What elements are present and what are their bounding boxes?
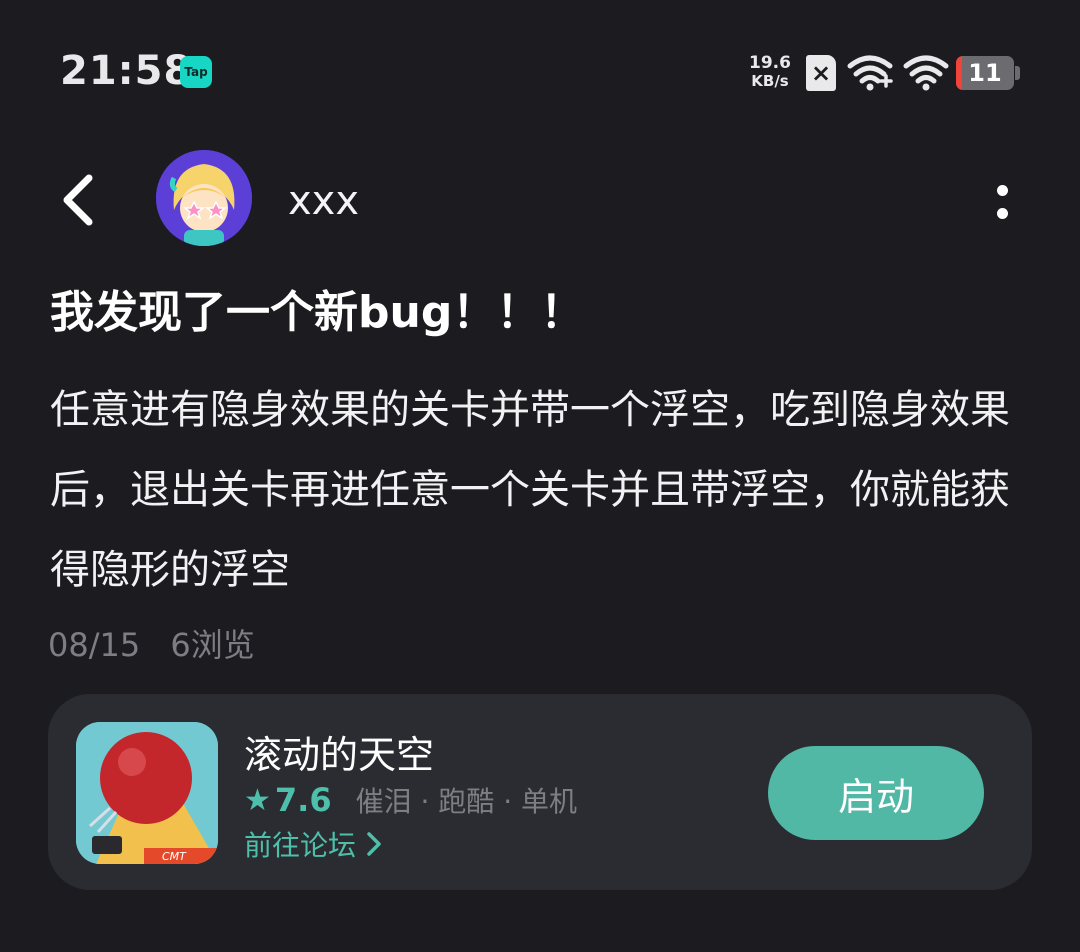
post-header: xxx — [0, 140, 1080, 260]
game-tags: 催泪 · 跑酷 · 单机 — [355, 785, 577, 818]
post-date: 08/15 — [48, 626, 141, 664]
chevron-left-icon — [63, 174, 93, 226]
back-button[interactable] — [52, 172, 104, 228]
post-views: 6浏览 — [170, 626, 255, 664]
star-icon: ★ — [244, 782, 271, 818]
svg-text:CMT: CMT — [162, 850, 187, 863]
rolling-sky-ball-icon: CMT — [76, 722, 218, 864]
game-icon[interactable]: CMT — [76, 722, 218, 864]
game-card[interactable]: CMT 滚动的天空 ★ 7.6 催泪 · 跑酷 · 单机 前往论坛 启动 — [48, 694, 1032, 890]
game-rating-row: ★ 7.6 催泪 · 跑酷 · 单机 — [244, 780, 577, 820]
network-speed-unit: KB/s — [751, 72, 789, 90]
wifi-icon — [903, 55, 949, 91]
network-speed-value: 19.6 — [749, 53, 791, 73]
avatar[interactable] — [156, 150, 252, 246]
wifi-plus-icon — [847, 55, 893, 91]
battery-tip — [1015, 66, 1020, 80]
chevron-right-icon — [367, 832, 381, 856]
battery-level: 11 — [968, 59, 1002, 87]
post-title: 我发现了一个新bug！！！ — [50, 287, 585, 338]
username[interactable]: xxx — [288, 178, 359, 224]
launch-button[interactable]: 启动 — [768, 746, 984, 840]
status-time: 21:58 — [60, 48, 193, 94]
vertical-dots-icon — [996, 185, 1008, 196]
avatar-character-icon — [156, 150, 252, 246]
battery-icon: 11 — [956, 56, 1014, 90]
sim-x-icon: × — [806, 55, 836, 91]
forum-link[interactable]: 前往论坛 — [244, 824, 382, 864]
status-bar: 21:58 Tap 19.6 KB/s × 11 — [0, 0, 1080, 140]
tap-badge-icon: Tap — [180, 56, 212, 88]
post-meta: 08/15 6浏览 — [48, 620, 275, 666]
more-options-button[interactable] — [980, 180, 1024, 224]
game-name: 滚动的天空 — [244, 733, 435, 777]
game-rating: 7.6 — [274, 781, 332, 819]
post-body: 任意进有隐身效果的关卡并带一个浮空，吃到隐身效果后，退出关卡再进任意一个关卡并且… — [50, 387, 1010, 593]
network-speed: 19.6 KB/s — [746, 54, 794, 90]
forum-link-label: 前往论坛 — [244, 829, 357, 862]
